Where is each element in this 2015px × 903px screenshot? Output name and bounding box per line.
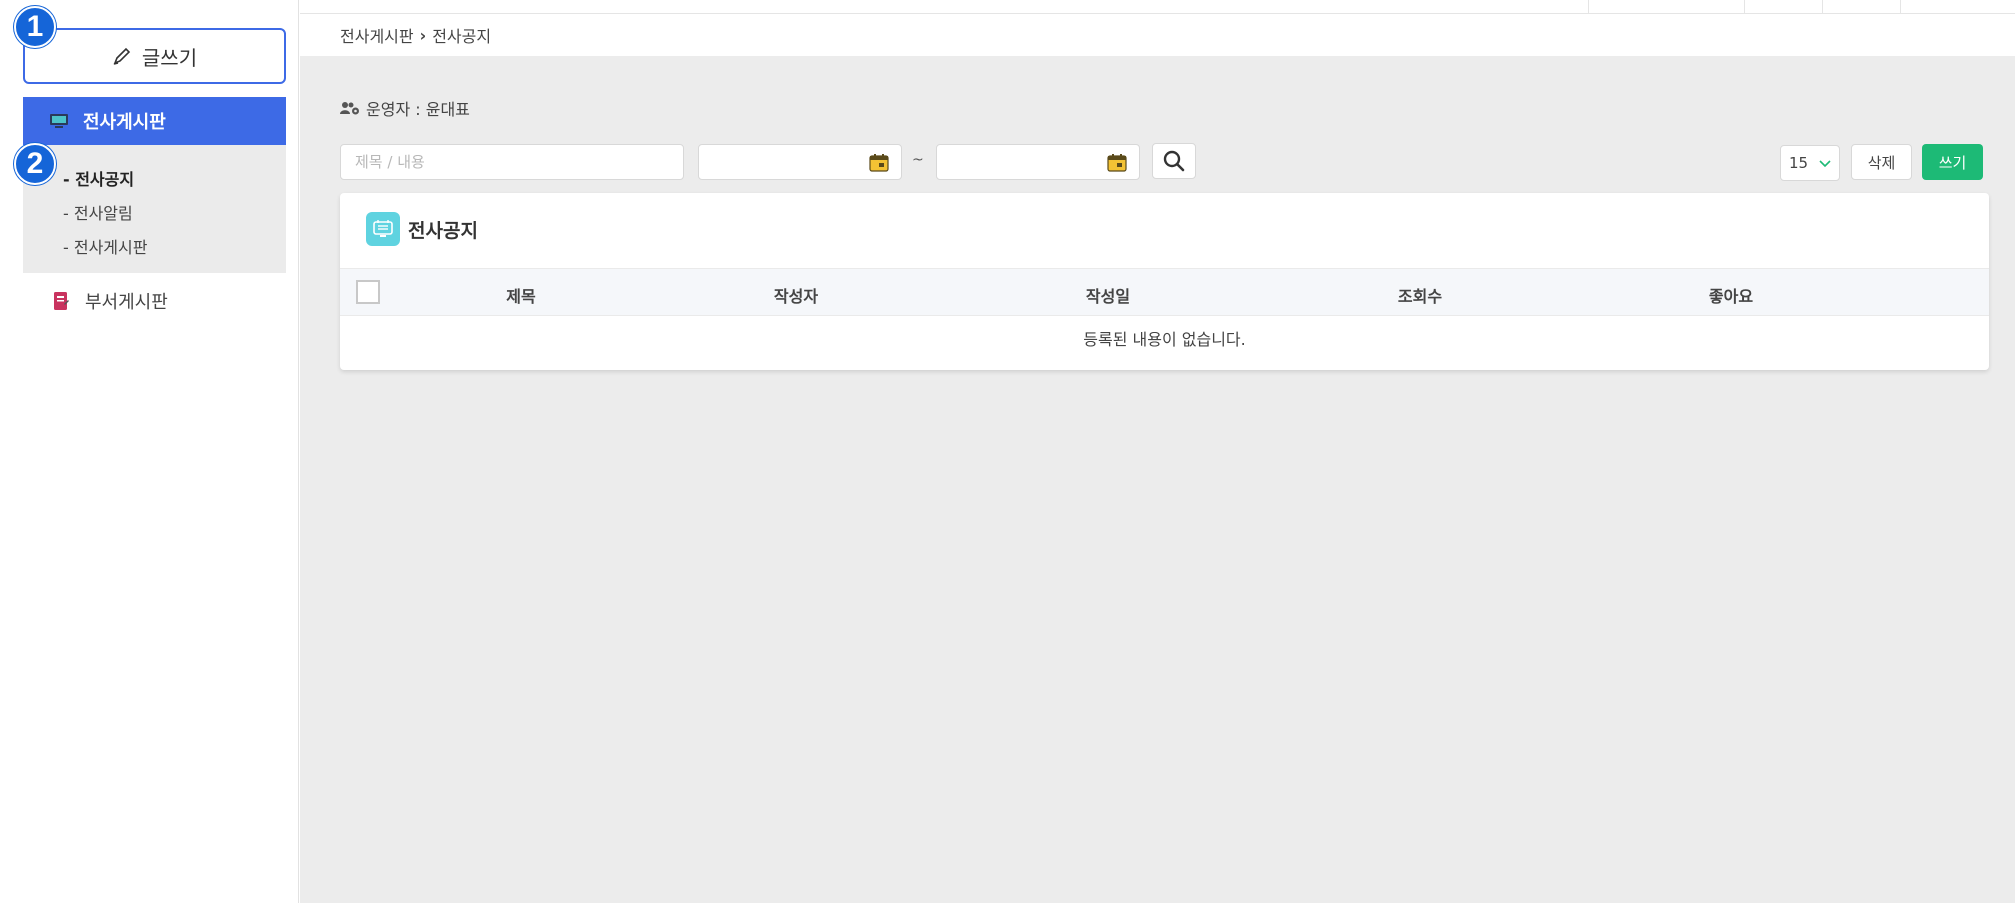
- compose-button-label: 글쓰기: [141, 45, 198, 70]
- compose-button[interactable]: 글쓰기: [23, 28, 286, 84]
- table-header: 제목 작성자 작성일 조회수 좋아요: [340, 268, 1989, 316]
- select-all-checkbox[interactable]: [356, 280, 380, 304]
- breadcrumb-separator: ›: [419, 25, 427, 45]
- write-button[interactable]: 쓰기: [1922, 144, 1983, 180]
- date-from-field[interactable]: [698, 144, 902, 180]
- sidebar-item-dept-board[interactable]: 부서게시판: [23, 282, 286, 320]
- card-header: 전사공지: [366, 212, 478, 246]
- column-header-date[interactable]: 작성일: [1086, 283, 1130, 307]
- date-to-field[interactable]: [936, 144, 1140, 180]
- sidebar-item-company-board[interactable]: 전사게시판: [23, 97, 286, 145]
- chevron-down-icon: [1819, 160, 1831, 168]
- company-board-submenu: - 전사공지 - 전사알림 - 전사게시판: [23, 145, 286, 273]
- pen-icon: [113, 47, 131, 65]
- board-icon: [366, 212, 400, 246]
- page-size-select[interactable]: 15: [1780, 145, 1840, 181]
- top-header-strip: [300, 0, 2015, 14]
- main-content: 운영자 : 윤대표 ~ 15 삭제 쓰기: [300, 56, 2015, 903]
- operator-info: 운영자 : 윤대표: [340, 96, 470, 120]
- breadcrumb-parent[interactable]: 전사게시판: [340, 23, 414, 47]
- sidebar-item-company-board-label: 전사게시판: [83, 112, 166, 133]
- users-gear-icon: [340, 102, 359, 115]
- step-badge-2: 2: [14, 143, 56, 185]
- monitor-icon: [50, 114, 68, 128]
- header-tab[interactable]: [1744, 0, 1822, 14]
- breadcrumb-current: 전사공지: [432, 27, 492, 46]
- step-badge-1: 1: [14, 6, 56, 48]
- card-title: 전사공지: [408, 219, 478, 242]
- submenu-item-board[interactable]: - 전사게시판: [23, 229, 286, 263]
- date-range-tilde: ~: [912, 152, 924, 168]
- operator-text: 운영자 : 윤대표: [366, 100, 470, 119]
- column-header-likes[interactable]: 좋아요: [1709, 283, 1753, 307]
- submenu-item-notice[interactable]: - 전사공지: [23, 161, 286, 195]
- calendar-icon: [869, 154, 889, 172]
- column-header-author[interactable]: 작성자: [774, 283, 818, 307]
- header-tab[interactable]: [1588, 0, 1666, 14]
- notebook-icon: [54, 292, 69, 310]
- search-button[interactable]: [1152, 143, 1196, 179]
- notice-list-card: 전사공지 제목 작성자 작성일 조회수 좋아요 등록된 내용이 없습니다.: [340, 193, 1989, 370]
- delete-button[interactable]: 삭제: [1851, 144, 1912, 180]
- calendar-icon: [1107, 154, 1127, 172]
- submenu-item-alert[interactable]: - 전사알림: [23, 195, 286, 229]
- page-size-value: 15: [1789, 154, 1809, 172]
- search-icon: [1163, 150, 1185, 172]
- column-header-views[interactable]: 조회수: [1398, 283, 1442, 307]
- header-tab[interactable]: [1822, 0, 1900, 14]
- breadcrumb: 전사게시판 › 전사공지: [300, 14, 2015, 56]
- search-input[interactable]: [340, 144, 684, 180]
- sidebar-item-dept-board-label: 부서게시판: [85, 292, 168, 313]
- header-tab[interactable]: [1900, 0, 2015, 14]
- sidebar: 1 글쓰기 전사게시판 2 - 전사공지 - 전사알림 - 전사게시판 부서게시…: [0, 0, 299, 903]
- empty-message: 등록된 내용이 없습니다.: [1083, 330, 1246, 349]
- column-header-title[interactable]: 제목: [506, 283, 535, 307]
